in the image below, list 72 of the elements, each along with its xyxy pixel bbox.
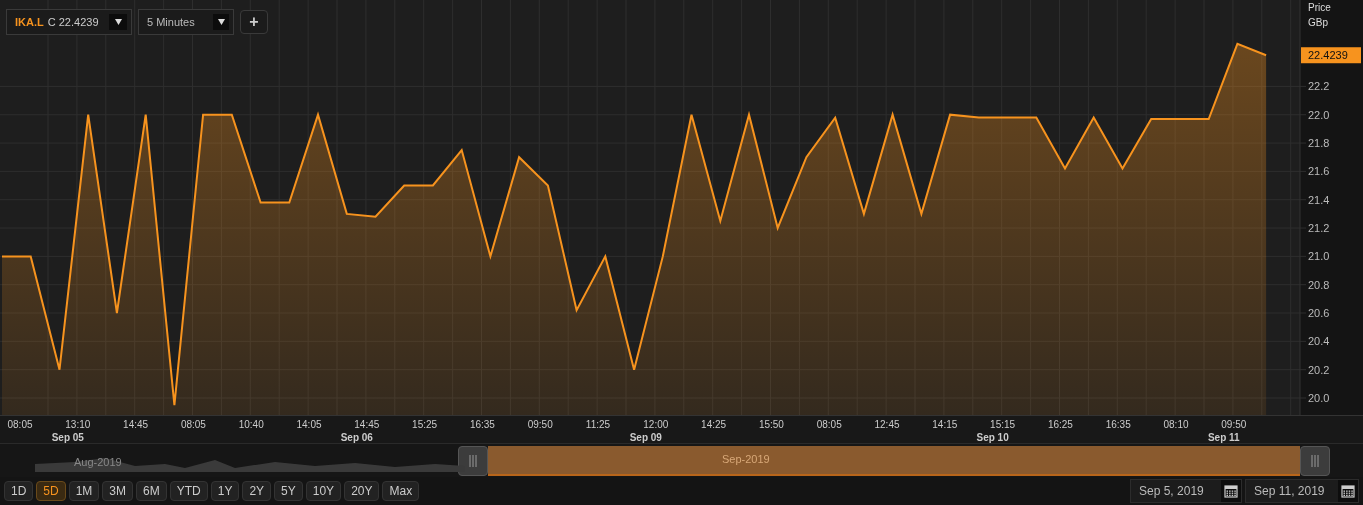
x-axis-label: 15:50 — [758, 419, 784, 430]
caret-icon[interactable] — [213, 14, 229, 30]
x-axis-label: 14:45 — [123, 419, 149, 430]
y-axis-label: 21.0 — [1308, 250, 1330, 263]
start-date: Sep 5, 2019 — [1139, 483, 1204, 500]
range-button[interactable]: 3M — [102, 481, 134, 501]
end-date: Sep 11, 2019 — [1254, 483, 1325, 500]
range-button[interactable]: 5Y — [274, 481, 303, 501]
x-axis-label: 16:25 — [1047, 419, 1073, 430]
range-button[interactable]: YTD — [169, 481, 208, 501]
calendar-icon[interactable] — [1341, 484, 1355, 498]
y-axis-label: 21.6 — [1308, 165, 1330, 178]
range-button[interactable]: 1D — [4, 481, 34, 501]
range-button[interactable]: 2Y — [242, 481, 272, 501]
range-button[interactable]: Max — [382, 481, 420, 501]
symbol-selector[interactable]: IKA.L C 22.4239 — [6, 9, 132, 35]
interval-label: 5 Minutes — [147, 14, 195, 30]
range-button[interactable]: 1M — [68, 481, 100, 501]
range-handle[interactable] — [1300, 445, 1330, 476]
x-axis-label: 12:00 — [643, 419, 669, 430]
day-label: Sep 09 — [629, 432, 662, 443]
range-button[interactable]: 5D — [36, 481, 66, 501]
x-axis-label: 15:15 — [990, 419, 1016, 430]
y-axis-label: 20.6 — [1308, 307, 1330, 319]
x-axis-label: 08:10 — [1163, 419, 1189, 430]
x-axis-label: 08:05 — [180, 419, 206, 430]
x-axis-label: 14:15 — [932, 419, 958, 430]
x-axis-label: 12:45 — [874, 419, 900, 430]
period-label: Aug-2019 — [74, 454, 122, 470]
x-axis-label: 16:35 — [1105, 419, 1131, 430]
y-axis-label: 22.0 — [1308, 108, 1330, 121]
range-button[interactable]: 20Y — [344, 481, 380, 501]
caret-icon[interactable] — [109, 14, 127, 30]
x-axis-label: 14:45 — [354, 419, 380, 430]
period-label: Sep-2019 — [722, 452, 770, 468]
x-axis-label: 14:05 — [296, 419, 322, 430]
add-button[interactable]: + — [240, 10, 268, 34]
x-axis-label: 10:40 — [238, 419, 264, 430]
currency-label: GBp — [1308, 17, 1328, 28]
x-axis-label: 13:10 — [65, 419, 91, 430]
range-handle[interactable] — [458, 445, 488, 476]
calendar-icon[interactable] — [1224, 484, 1238, 498]
x-axis-label: 09:50 — [527, 419, 553, 430]
range-button[interactable]: 6M — [136, 481, 167, 501]
y-axis-label: 21.2 — [1308, 222, 1330, 235]
day-label: Sep 11 — [1207, 432, 1240, 443]
day-label: Sep 06 — [340, 432, 373, 443]
y-axis-label: 20.2 — [1308, 363, 1330, 376]
x-axis-label: 15:25 — [412, 419, 438, 430]
day-label: Sep 10 — [976, 432, 1009, 443]
range-button[interactable]: 1Y — [210, 481, 240, 501]
day-label: Sep 05 — [51, 432, 84, 443]
symbol-label: IKA.L — [15, 14, 44, 30]
axis-title: Price — [1308, 2, 1331, 13]
date-field[interactable]: Sep 11, 2019 — [1245, 479, 1359, 503]
y-axis-label: 20.0 — [1308, 392, 1330, 404]
y-axis-label: 22.2 — [1308, 80, 1330, 93]
interval-selector[interactable]: 5 Minutes — [138, 9, 234, 35]
range-button[interactable]: 10Y — [305, 481, 342, 501]
y-axis-label: 21.4 — [1308, 193, 1330, 206]
y-axis-label: 20.4 — [1308, 335, 1330, 348]
y-axis-label: 21.8 — [1308, 137, 1330, 150]
last-price-badge: 22.4239 — [1301, 47, 1361, 64]
x-axis-label: 11:25 — [585, 419, 611, 430]
date-field[interactable]: Sep 5, 2019 — [1130, 479, 1242, 503]
x-axis-label: 14:25 — [701, 419, 727, 430]
x-axis-label: 16:35 — [469, 419, 495, 430]
x-axis-label: 09:50 — [1221, 419, 1247, 430]
price-label: C 22.4239 — [47, 14, 99, 30]
y-axis-label: 20.8 — [1308, 278, 1330, 291]
x-axis-label: 08:05 — [816, 419, 842, 430]
x-axis-label: 08:05 — [7, 419, 33, 430]
